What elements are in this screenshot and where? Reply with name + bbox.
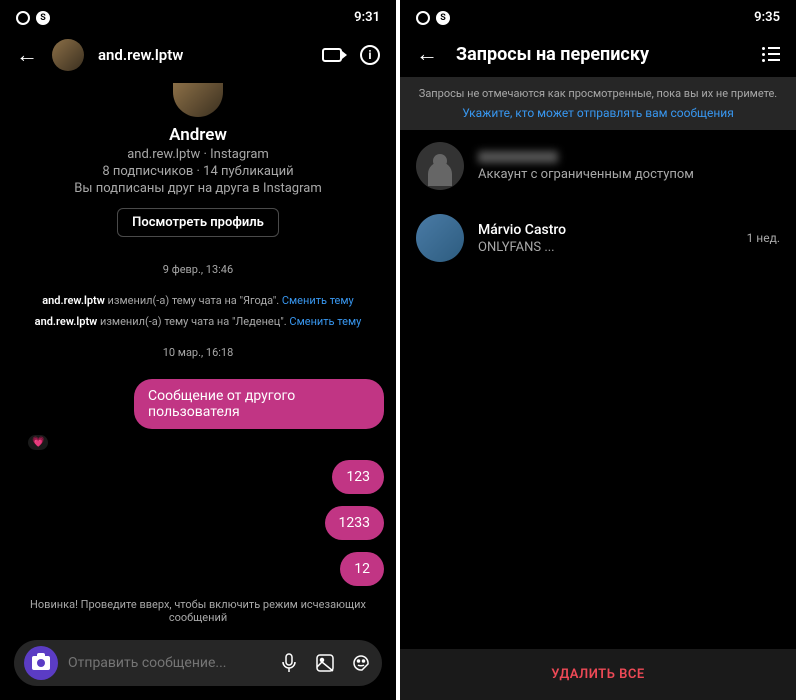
camera-button[interactable] bbox=[24, 646, 58, 680]
change-theme-link[interactable]: Сменить тему bbox=[289, 315, 361, 328]
status-bar: S 9:35 bbox=[400, 0, 796, 31]
opera-icon bbox=[16, 11, 30, 25]
request-avatar bbox=[416, 142, 464, 190]
notice-text: Запросы не отмечаются как просмотренные,… bbox=[419, 87, 777, 100]
sticker-icon[interactable] bbox=[350, 652, 372, 674]
requests-header: ← Запросы на переписку bbox=[400, 31, 796, 77]
system-user: and.rew.lptw bbox=[42, 294, 105, 307]
camera-icon bbox=[32, 656, 50, 670]
status-time: 9:31 bbox=[354, 10, 380, 25]
message-bubble[interactable]: 12 bbox=[340, 552, 384, 586]
status-icons-left: S bbox=[16, 11, 50, 25]
profile-avatar bbox=[173, 83, 223, 117]
status-time: 9:35 bbox=[754, 10, 780, 25]
gallery-icon[interactable] bbox=[314, 652, 336, 674]
view-profile-button[interactable]: Посмотреть профиль bbox=[117, 208, 279, 237]
time-separator: 10 мар., 16:18 bbox=[12, 346, 384, 359]
profile-follow-status: Вы подписаны друг на друга в Instagram bbox=[16, 181, 380, 196]
request-row[interactable]: Márvio Castro ONLYFANS ... 1 нед. bbox=[400, 202, 796, 274]
header-username[interactable]: and.rew.lptw bbox=[98, 46, 308, 64]
message-row: 12 bbox=[12, 552, 384, 586]
chat-screen: S 9:31 ← and.rew.lptw i Andrew and.rew.l… bbox=[0, 0, 396, 700]
chat-header: ← and.rew.lptw i bbox=[0, 31, 396, 79]
profile-stats: 8 подписчиков · 14 публикаций bbox=[16, 164, 380, 179]
vanish-mode-tip: Новинка! Проведите вверх, чтобы включить… bbox=[0, 586, 396, 632]
delete-all-button[interactable]: УДАЛИТЬ ВСЕ bbox=[400, 649, 796, 700]
microphone-icon[interactable] bbox=[278, 652, 300, 674]
back-icon[interactable]: ← bbox=[16, 42, 38, 68]
system-user: and.rew.lptw bbox=[35, 315, 98, 328]
request-name-hidden bbox=[478, 151, 558, 163]
time-separator: 9 февр., 13:46 bbox=[12, 263, 384, 276]
system-text: изменил(-а) тему чата на "Леденец". bbox=[97, 315, 289, 328]
message-composer bbox=[14, 640, 382, 686]
shazam-icon: S bbox=[436, 11, 450, 25]
opera-icon bbox=[416, 11, 430, 25]
notice-banner: Запросы не отмечаются как просмотренные,… bbox=[400, 77, 796, 130]
request-time: 1 нед. bbox=[747, 231, 780, 245]
video-call-icon[interactable] bbox=[322, 48, 342, 62]
request-info: Márvio Castro ONLYFANS ... bbox=[478, 222, 733, 255]
message-bubble[interactable]: Сообщение от другого пользователя bbox=[134, 379, 384, 429]
back-icon[interactable]: ← bbox=[416, 41, 438, 67]
request-name: Márvio Castro bbox=[478, 222, 733, 238]
status-icons-left: S bbox=[416, 11, 450, 25]
request-info: Аккаунт с ограниченным доступом bbox=[478, 151, 766, 182]
profile-card: Andrew and.rew.lptw · Instagram 8 подпис… bbox=[0, 79, 396, 253]
request-row[interactable]: Аккаунт с ограниченным доступом bbox=[400, 130, 796, 202]
message-row: 1233 bbox=[12, 506, 384, 540]
message-row: 123 bbox=[12, 460, 384, 494]
header-actions: i bbox=[322, 45, 380, 65]
change-theme-link[interactable]: Сменить тему bbox=[282, 294, 354, 307]
message-row: Сообщение от другого пользователя bbox=[12, 379, 384, 429]
message-reaction[interactable]: 💗 bbox=[28, 435, 384, 450]
privacy-settings-link[interactable]: Укажите, кто может отправлять вам сообще… bbox=[416, 106, 780, 120]
shazam-icon: S bbox=[36, 11, 50, 25]
profile-handle: and.rew.lptw · Instagram bbox=[16, 147, 380, 162]
request-subtitle: Аккаунт с ограниченным доступом bbox=[478, 167, 766, 182]
request-subtitle: ONLYFANS ... bbox=[478, 240, 733, 255]
message-input[interactable] bbox=[68, 655, 268, 671]
message-bubble[interactable]: 1233 bbox=[325, 506, 384, 540]
composer-actions bbox=[278, 652, 372, 674]
header-avatar[interactable] bbox=[52, 39, 84, 71]
status-bar: S 9:31 bbox=[0, 0, 396, 31]
heart-reaction-icon: 💗 bbox=[28, 435, 48, 450]
message-bubble[interactable]: 123 bbox=[332, 460, 384, 494]
system-message: and.rew.lptw изменил(-а) тему чата на "Л… bbox=[12, 315, 384, 328]
profile-name: Andrew bbox=[16, 125, 380, 145]
system-message: and.rew.lptw изменил(-а) тему чата на "Я… bbox=[12, 294, 384, 307]
request-avatar bbox=[416, 214, 464, 262]
requests-screen: S 9:35 ← Запросы на переписку Запросы не… bbox=[400, 0, 796, 700]
edit-list-icon[interactable] bbox=[762, 47, 780, 62]
page-title: Запросы на переписку bbox=[456, 44, 744, 65]
info-icon[interactable]: i bbox=[360, 45, 380, 65]
system-text: изменил(-а) тему чата на "Ягода". bbox=[105, 294, 282, 307]
chat-body[interactable]: 9 февр., 13:46 and.rew.lptw изменил(-а) … bbox=[0, 253, 396, 586]
